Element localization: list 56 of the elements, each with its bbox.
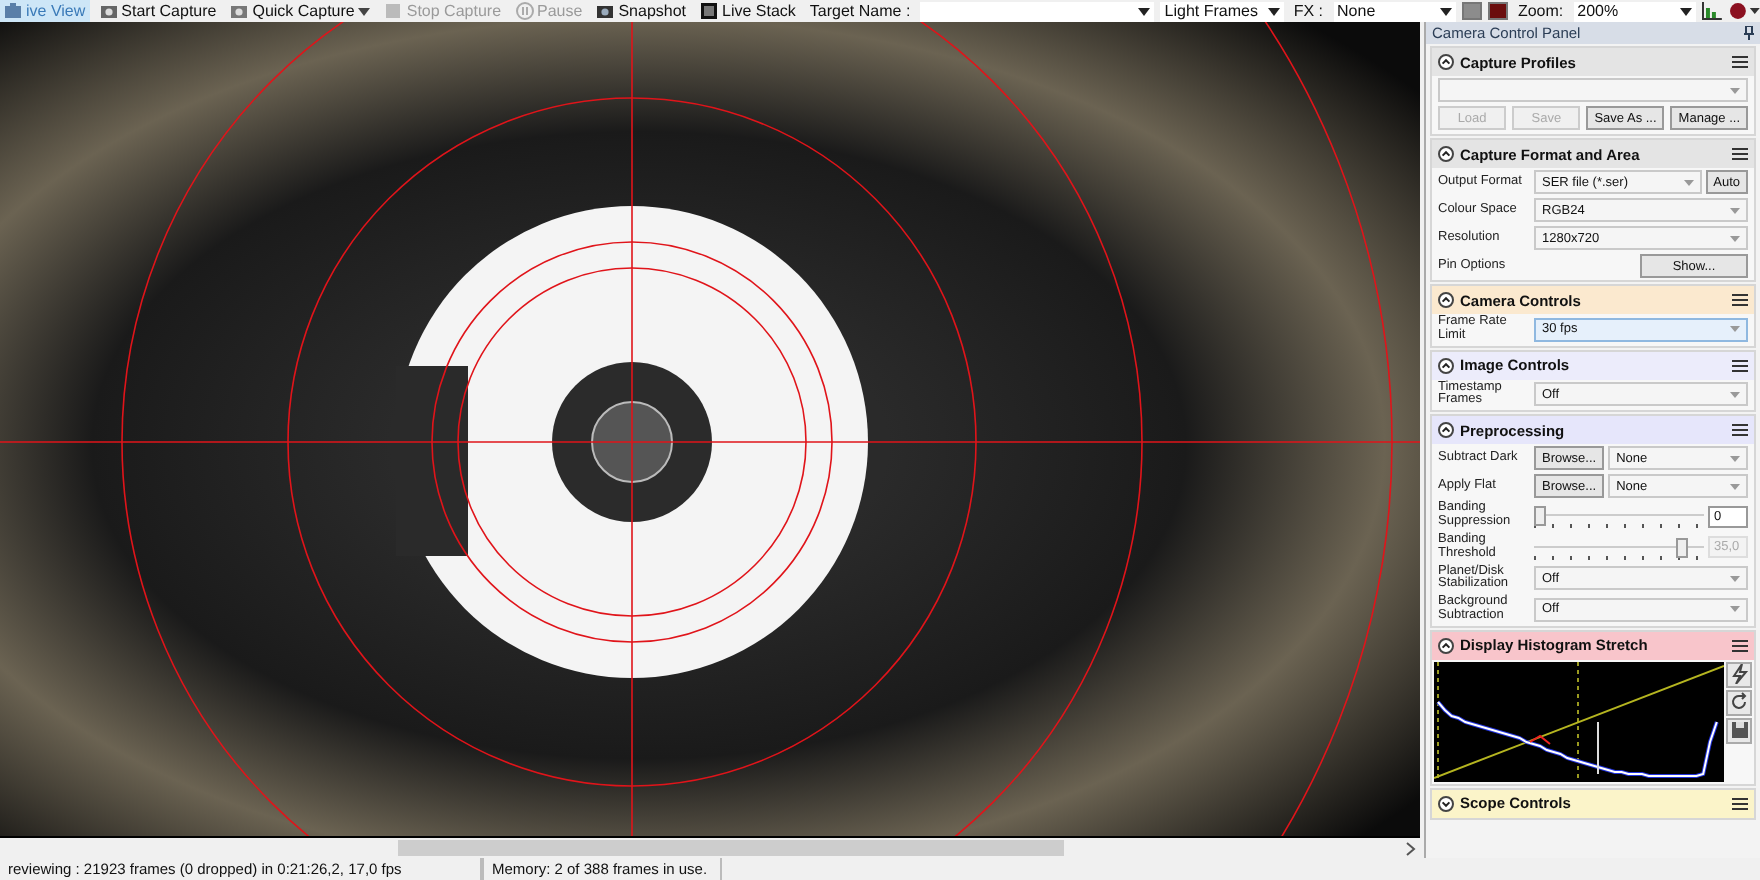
slider-track[interactable] [1534,504,1704,529]
pin-icon [1744,26,1754,40]
color-swatch[interactable] [1462,2,1483,20]
caret-icon [1730,326,1740,333]
caret-icon [1730,483,1740,490]
menu-icon [1732,56,1748,68]
histogram-icon [1702,2,1723,20]
caret-icon [1267,7,1280,15]
camera-icon [596,2,615,20]
toolbar-button[interactable]: Start Capture [95,0,221,22]
toolbar-dropdown[interactable]: 200% [1573,1,1697,21]
histogram-tool-button[interactable] [1726,717,1752,744]
caret-icon [1730,455,1740,462]
caret-icon [1730,235,1740,241]
histogram-tool-button[interactable] [1726,661,1752,688]
camera-icon [99,2,118,20]
menu-icon [1732,424,1748,437]
caret-icon [1730,391,1740,398]
stack-icon [700,2,719,20]
dropdown[interactable] [1438,78,1748,102]
toolbar-dropdown[interactable]: Light Frames [1160,1,1284,21]
toolbar-label: Zoom: [1515,2,1566,20]
camera-icon [230,2,249,20]
caret-icon [1138,7,1151,15]
toolbar-label: Target Name : [807,2,913,20]
toolbar-button[interactable]: ive View [0,0,90,22]
toolbar-button[interactable]: Snapshot [592,0,691,22]
menu-icon [1732,148,1748,160]
caret-icon [1683,179,1694,185]
caret-icon [1730,575,1740,582]
stop-icon [384,2,403,20]
camera-icon [4,2,22,20]
color-wheel-icon [1728,2,1760,20]
save-icon [1729,720,1749,741]
slider-thumb[interactable] [1534,506,1546,527]
caret-icon [1730,207,1740,213]
pause-icon [515,2,534,20]
reset-icon [1729,692,1749,713]
caret-icon [1680,7,1693,15]
toolbar-label: FX : [1291,2,1326,20]
menu-icon [1732,359,1748,372]
lightning-icon [1729,664,1749,685]
toolbar-button[interactable]: Quick Capture [226,0,375,22]
caret-icon [358,7,371,15]
menu-icon [1732,797,1748,810]
histogram-tool-button[interactable] [1726,689,1752,716]
toolbar-dropdown[interactable]: None [1333,1,1457,21]
caret-icon [1730,606,1740,613]
scrollbar-thumb[interactable] [397,840,1065,856]
menu-icon [1732,639,1748,652]
caret-icon [1440,7,1453,15]
menu-icon [1732,294,1748,306]
slider-track[interactable] [1534,535,1704,560]
caret-icon [1730,87,1740,93]
toolbar-button[interactable]: Live Stack [696,0,800,22]
color-swatch[interactable] [1488,2,1508,20]
